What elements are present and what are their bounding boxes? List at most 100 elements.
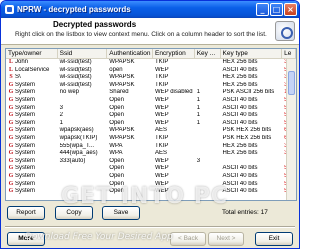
next-button[interactable]: Next > [208, 232, 244, 246]
table-row[interactable]: SS\wl-ssid(test)WPAPSKTKIPHEX 256 bits34 [6, 74, 296, 82]
table-cell: 1 [196, 96, 201, 103]
owner-name: System [15, 157, 36, 164]
table-cell: wl-ssid(test) [59, 74, 92, 81]
divider [5, 226, 295, 228]
owner-type-icon: G [8, 157, 14, 164]
table-cell: WPAPSK [109, 59, 135, 65]
table-cell: WEP [154, 104, 169, 111]
table-row[interactable]: G System wpapsk(aes) WPAPSK AES PSK HEX 256 b… [6, 127, 296, 135]
table-cell: Open [109, 112, 124, 119]
table-cell: WEP [154, 96, 169, 103]
table-cell: ASCII 40 bits [222, 180, 258, 187]
table-cell [195, 82, 221, 90]
owner-name: John [15, 59, 29, 65]
table-cell: 2 [59, 112, 63, 119]
table-cell: ASCII 40 bits [222, 112, 258, 119]
table-cell: ASCII 40 bits [222, 104, 258, 111]
table-cell [195, 143, 221, 151]
owner-type-icon: L [8, 59, 13, 65]
table-cell: HEX 256 bits [222, 142, 258, 149]
table-cell: WEP [154, 172, 169, 179]
page-subtitle: Right click on the listbox to view conte… [15, 31, 267, 38]
table-cell: L LocalService [6, 67, 58, 75]
table-cell: G System [6, 89, 58, 97]
table-cell: 1 [196, 112, 201, 119]
table-cell: G System [6, 120, 58, 128]
column-header-ssid[interactable]: Ssid [58, 49, 108, 58]
table-cell: G System [6, 112, 58, 120]
owner-name: System [15, 188, 36, 195]
table-cell: WEP [154, 165, 169, 172]
owner-type-icon: G [8, 180, 14, 187]
column-header-length[interactable]: Le [282, 49, 296, 58]
table-cell: WEP disabled [154, 89, 193, 96]
table-cell: WPA [109, 150, 123, 157]
column-header-key-type[interactable]: Key type [221, 49, 283, 58]
table-cell: Open [109, 157, 124, 164]
column-header-type-owner[interactable]: Type/owner [6, 49, 58, 58]
maximize-button[interactable]: □ [270, 3, 283, 16]
close-button[interactable]: × [284, 3, 297, 16]
owner-name: System [15, 81, 36, 88]
table-cell: 3 [59, 104, 63, 111]
table-cell: TKIP [154, 81, 169, 88]
table-row[interactable]: GSystem2OpenWEP1ASCII 40 bits5 [6, 112, 296, 120]
table-cell: ASCII 40 bits [222, 119, 258, 126]
table-cell: Open [109, 96, 124, 103]
table-cell: G System [6, 188, 58, 196]
table-cell: HEX 256 bits [222, 150, 258, 157]
table-cell: G System [6, 97, 58, 105]
table-row[interactable]: GSystem444(wpa_aes)WPAAESHEX 256 bits34 [6, 150, 296, 158]
report-button[interactable]: Report [7, 206, 45, 220]
table-cell: TKIP [154, 134, 169, 141]
passwords-listview[interactable]: Type/owner Ssid Authentication Encryptio… [5, 48, 297, 201]
table-cell: PSK HEX 256 bits [222, 134, 272, 141]
owner-type-icon: G [8, 119, 14, 126]
table-row[interactable]: G System no wep Shared WEP disabled 1 PSK ASCI… [6, 89, 296, 97]
table-row[interactable]: GSystem3OpenWEP1ASCII 40 bits5 [6, 105, 296, 113]
table-cell [221, 158, 283, 166]
table-cell [58, 97, 108, 105]
owner-type-icon: G [8, 89, 14, 96]
table-cell: PSK ASCII 256 bits [222, 89, 275, 96]
owner-name: System [15, 142, 36, 149]
table-cell: wpapsk(TKIP) [59, 134, 98, 141]
table-row[interactable]: GSystem1OpenWEP1ASCII 40 bits5 [6, 120, 296, 128]
table-cell: ASCII 40 bits [222, 172, 258, 179]
table-cell: 1 [196, 104, 201, 111]
table-row[interactable]: G System 333(auto) Open WEP 3 [6, 158, 296, 166]
table-row[interactable]: G System wl-ssid(test) WPAPSK TKIP HEX 256 bi… [6, 82, 296, 90]
table-cell: 1 [196, 119, 201, 126]
table-row[interactable]: G System wpapsk(TKIP) WPAPSK TKIP PSK HEX 256… [6, 135, 296, 143]
column-header-authentication[interactable]: Authentication [107, 49, 153, 58]
vertical-scrollbar[interactable] [286, 59, 296, 200]
scrollbar-thumb[interactable] [288, 71, 295, 95]
column-header-encryption[interactable]: Encryption [153, 49, 195, 58]
owner-type-icon: G [8, 134, 14, 141]
table-row[interactable]: L LocalService wl-ssid(test) open WEP ASCII 4… [6, 67, 296, 75]
column-header-key-index[interactable]: Key ... [195, 49, 221, 58]
back-button[interactable]: < Back [170, 232, 206, 246]
minimize-button[interactable]: _ [256, 3, 269, 16]
table-cell: Open [109, 119, 124, 126]
table-row[interactable]: GSystemOpenWEP1ASCII 40 bits5 [6, 97, 296, 105]
table-cell: TKIP [154, 142, 169, 149]
owner-type-icon: L [8, 66, 13, 73]
table-row[interactable]: GSystem555(wpa_T...WPATKIPHEX 256 bits34 [6, 143, 296, 151]
title-bar[interactable]: NPRW - decrypted passwords _ □ × [1, 1, 299, 18]
table-cell: AES [154, 127, 167, 134]
table-cell [195, 135, 221, 143]
exit-button[interactable]: Exit [255, 232, 293, 246]
table-cell [195, 74, 221, 82]
table-cell: G System [6, 82, 58, 90]
table-cell: G System [6, 181, 58, 189]
table-row[interactable]: GSystemOpenWEPASCII 40 bits5 [6, 165, 296, 173]
list-body: L John wl-ssid(test) WPAPSK TKIP HEX 256 bits… [6, 59, 296, 196]
table-cell: 444(wpa_aes) [59, 150, 98, 157]
table-cell: S S\ [6, 74, 58, 82]
window-controls: _ □ × [256, 3, 297, 16]
table-row[interactable]: L John wl-ssid(test) WPAPSK TKIP HEX 256 bits… [6, 59, 296, 67]
owner-name: System [15, 96, 36, 103]
table-row[interactable]: GSystemOpenWEPASCII 40 bits5 [6, 173, 296, 181]
watermark-subtext: Download Free Your Desired App [25, 232, 173, 242]
